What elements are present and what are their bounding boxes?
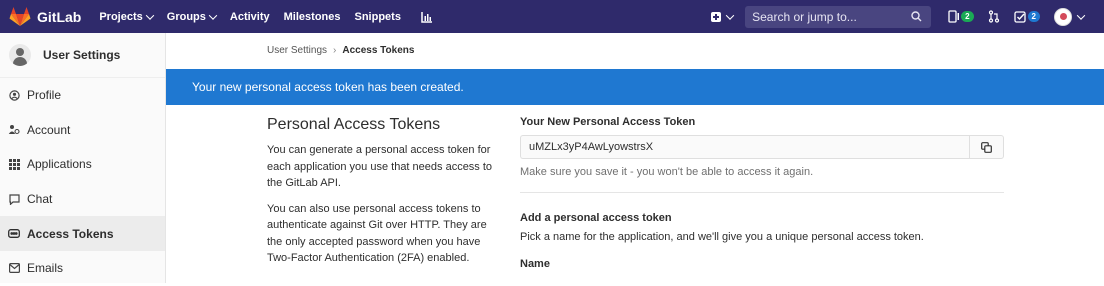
token-section: Your New Personal Access Token uMZLx3yP4… <box>520 116 1004 270</box>
chevron-down-icon <box>208 10 218 20</box>
search-icon <box>911 11 922 22</box>
search-placeholder: Search or jump to... <box>752 9 857 24</box>
copy-icon <box>981 141 992 153</box>
sidebar-item-applications[interactable]: Applications <box>0 147 165 182</box>
sidebar-item-profile[interactable]: Profile <box>0 78 165 113</box>
nav-projects[interactable]: Projects <box>99 10 155 23</box>
sidebar-item-label: Access Tokens <box>27 226 114 241</box>
page-title: Personal Access Tokens <box>267 116 441 133</box>
sidebar-item-chat[interactable]: Chat <box>0 182 165 217</box>
new-token-field[interactable]: uMZLx3yP4AwLyowstrsX <box>520 135 969 159</box>
chevron-down-icon <box>1076 10 1086 20</box>
issues-count-badge: 2 <box>961 11 974 22</box>
chevron-down-icon <box>145 10 155 20</box>
plus-icon <box>711 11 722 22</box>
breadcrumb: User Settings › Access Tokens <box>267 45 414 56</box>
account-icon <box>8 124 20 136</box>
flash-notice: Your new personal access token has been … <box>166 69 1104 105</box>
access-tokens-icon <box>8 228 20 240</box>
user-avatar-icon <box>9 44 31 66</box>
top-navbar: GitLab Projects Groups Activity Mileston… <box>0 0 1104 33</box>
new-token-field-group: uMZLx3yP4AwLyowstrsX <box>520 135 1004 159</box>
sidebar-item-label: Account <box>27 122 71 137</box>
new-dropdown-button[interactable] <box>711 10 735 22</box>
add-token-description: Pick a name for the application, and we'… <box>520 231 924 243</box>
brand-name: GitLab <box>37 8 82 25</box>
chevron-down-icon <box>725 10 735 20</box>
nav-activity-label: Activity <box>229 10 270 23</box>
sidebar-header[interactable]: User Settings <box>0 33 165 78</box>
nav-snippets-label: Snippets <box>354 10 401 23</box>
search-input[interactable]: Search or jump to... <box>745 5 932 28</box>
chat-icon <box>8 193 20 205</box>
chart-icon[interactable] <box>421 11 433 23</box>
intro-section: Personal Access Tokens You can generate … <box>267 116 503 276</box>
flash-message: Your new personal access token has been … <box>192 80 464 94</box>
profile-icon <box>8 89 20 101</box>
nav-milestones[interactable]: Milestones <box>284 11 341 23</box>
user-menu[interactable] <box>1054 7 1086 26</box>
nav-groups-label: Groups <box>166 10 206 23</box>
breadcrumb-user-settings[interactable]: User Settings <box>267 45 327 56</box>
sidebar-item-access-tokens[interactable]: Access Tokens <box>0 216 165 251</box>
sidebar-item-label: Profile <box>27 88 62 103</box>
sidebar-item-label: Chat <box>27 192 53 207</box>
avatar <box>1054 7 1072 26</box>
sidebar-item-label: Emails <box>27 261 64 276</box>
sidebar-title: User Settings <box>43 48 121 62</box>
todos-icon <box>1013 10 1026 23</box>
new-token-hint: Make sure you save it - you won't be abl… <box>520 166 814 178</box>
nav-right: Search or jump to... 2 2 <box>711 0 1104 33</box>
copy-token-button[interactable] <box>969 135 1004 159</box>
sidebar-item-account[interactable]: Account <box>0 113 165 148</box>
breadcrumb-separator-icon: › <box>333 45 337 56</box>
settings-sidebar: User Settings Profile Account Applicatio… <box>0 33 166 283</box>
gitlab-fox-icon <box>9 6 31 26</box>
sidebar-item-label: Applications <box>27 157 92 172</box>
intro-paragraph-api: You can generate a personal access token… <box>267 144 493 189</box>
issues-icon <box>948 10 960 23</box>
nav-links: Projects Groups Activity Milestones Snip… <box>99 0 433 33</box>
merge-request-icon <box>988 10 999 23</box>
breadcrumb-current[interactable]: Access Tokens <box>342 45 414 56</box>
gitlab-logo[interactable]: GitLab <box>9 0 81 33</box>
section-divider <box>520 192 1004 193</box>
intro-paragraph-git: You can also use personal access tokens … <box>267 202 487 265</box>
nav-groups[interactable]: Groups <box>166 10 218 23</box>
sidebar-item-emails[interactable]: Emails <box>0 251 165 286</box>
nav-projects-label: Projects <box>99 10 143 23</box>
todos-button[interactable]: 2 <box>1013 10 1040 23</box>
new-token-label: Your New Personal Access Token <box>520 116 696 128</box>
name-field-label: Name <box>520 258 550 270</box>
applications-icon <box>8 158 20 170</box>
add-token-title: Add a personal access token <box>520 212 672 224</box>
todos-count-badge: 2 <box>1027 11 1040 22</box>
nav-snippets[interactable]: Snippets <box>355 11 401 23</box>
emails-icon <box>8 262 20 274</box>
issues-button[interactable]: 2 <box>948 10 974 23</box>
nav-activity[interactable]: Activity <box>230 11 270 23</box>
merge-requests-button[interactable] <box>988 10 1000 23</box>
nav-milestones-label: Milestones <box>283 10 341 23</box>
